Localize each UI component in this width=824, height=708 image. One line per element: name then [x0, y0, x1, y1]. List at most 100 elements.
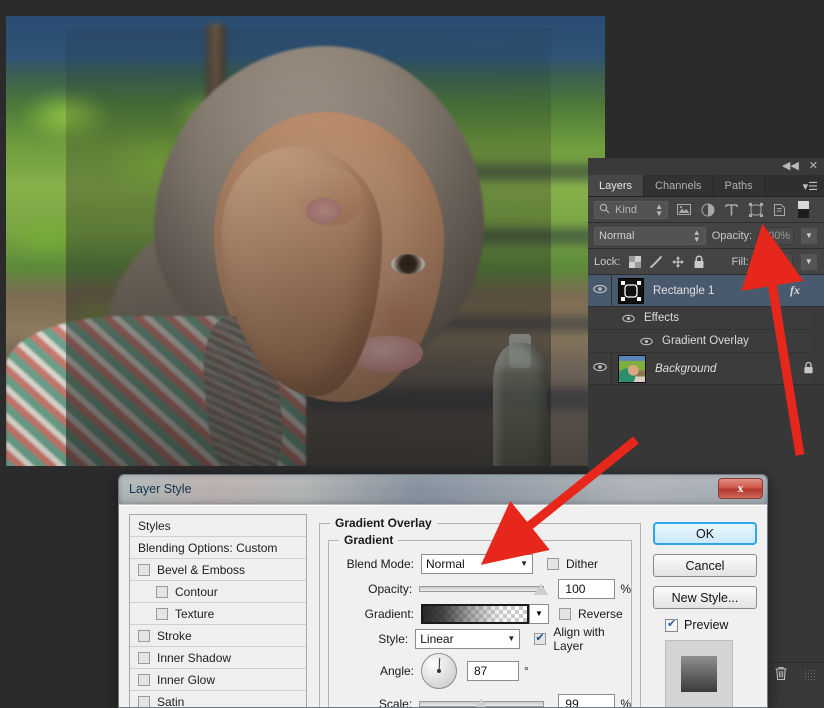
list-item-gradient-overlay[interactable]: Gradient Overlay — [588, 330, 824, 353]
lock-position-icon[interactable] — [670, 254, 685, 269]
lock-transparency-icon[interactable] — [627, 254, 642, 269]
close-button[interactable]: x — [718, 478, 763, 499]
style-label: Inner Shadow — [157, 650, 232, 665]
scale-slider[interactable] — [419, 694, 545, 707]
checkbox-texture[interactable] — [156, 607, 168, 620]
scale-input[interactable]: 99 — [558, 693, 616, 707]
dialog-title: Layer Style — [129, 482, 192, 496]
scale-label: Scale: — [378, 696, 413, 708]
style-item-inner-glow[interactable]: Inner Glow — [130, 669, 306, 691]
photo-bottle — [493, 343, 547, 466]
preview-checkbox-row[interactable]: Preview — [665, 617, 757, 632]
tab-channels[interactable]: Channels — [644, 175, 714, 196]
align-checkbox-row[interactable]: Align with Layer — [534, 625, 631, 653]
dither-label: Dither — [566, 556, 599, 571]
filter-kind-label: Kind — [615, 203, 638, 216]
smartobject-filter-icon[interactable] — [771, 201, 788, 218]
checkbox-align-with-layer[interactable] — [534, 631, 547, 645]
close-icon[interactable]: ✕ — [809, 161, 818, 172]
eye-icon — [592, 284, 607, 297]
checkbox-satin[interactable] — [138, 695, 150, 707]
style-item-satin[interactable]: Satin — [130, 691, 306, 707]
dialog-titlebar[interactable]: Layer Style x — [119, 475, 767, 505]
checkbox-bevel-emboss[interactable] — [138, 563, 150, 576]
opacity-label: Opacity: — [368, 581, 413, 596]
style-item-texture[interactable]: Texture — [130, 603, 306, 625]
blend-mode-label: Blend Mode: — [346, 556, 414, 571]
fx-badge[interactable]: fx — [790, 283, 800, 298]
style-value: Linear — [420, 631, 454, 646]
angle-dial-center — [437, 669, 441, 673]
shape-filter-icon[interactable] — [747, 201, 764, 218]
checkbox-dither[interactable] — [547, 557, 559, 570]
effects-label: Effects — [644, 312, 679, 324]
panel-menu-icon[interactable]: ▾☰ — [803, 180, 818, 193]
style-row: Style: Linear ▼ Align with Layer — [329, 625, 631, 653]
layer-list: Rectangle 1 fx Effects Gradient Overlay — [588, 275, 824, 385]
dither-checkbox-row[interactable]: Dither — [547, 557, 598, 571]
opacity-dropdown-button[interactable]: ▼ — [799, 226, 818, 245]
fill-value-field[interactable]: 0% — [755, 252, 793, 271]
tab-paths[interactable]: Paths — [713, 175, 765, 196]
style-label: Texture — [175, 606, 215, 621]
style-item-bevel-emboss[interactable]: Bevel & Emboss — [130, 559, 306, 581]
styles-list-header[interactable]: Styles — [130, 515, 306, 537]
resize-grip[interactable] — [804, 669, 816, 681]
opacity-slider-knob[interactable] — [534, 583, 549, 595]
collapse-icon[interactable]: ◀◀ — [782, 161, 799, 172]
visibility-toggle-icon[interactable] — [795, 201, 812, 218]
table-row[interactable]: Rectangle 1 fx — [588, 275, 824, 307]
layer-thumbnail-vector[interactable] — [618, 277, 644, 304]
checkbox-inner-glow[interactable] — [138, 673, 150, 686]
style-dropdown[interactable]: Linear ▼ — [415, 628, 521, 649]
angle-dial[interactable] — [421, 653, 457, 689]
new-style-button[interactable]: New Style... — [653, 586, 757, 609]
style-preview-swatch — [681, 656, 717, 692]
type-filter-icon[interactable] — [723, 201, 740, 218]
list-item-effects[interactable]: Effects — [588, 307, 824, 330]
blend-mode-dropdown[interactable]: Normal ▼ — [421, 553, 533, 574]
opacity-value-field[interactable]: 100% — [758, 226, 794, 245]
eye-icon[interactable] — [618, 314, 638, 323]
layer-name: Background — [655, 362, 717, 375]
opacity-input[interactable]: 100 — [558, 578, 616, 599]
ok-button[interactable]: OK — [653, 522, 757, 545]
reverse-checkbox-row[interactable]: Reverse — [559, 607, 623, 621]
lock-image-icon[interactable] — [649, 254, 664, 269]
checkbox-inner-shadow[interactable] — [138, 651, 150, 664]
table-row[interactable]: Background — [588, 353, 824, 385]
checkbox-contour[interactable] — [156, 585, 168, 598]
checkbox-reverse[interactable] — [559, 607, 571, 620]
checkbox-stroke[interactable] — [138, 629, 150, 642]
layer-visibility-toggle[interactable] — [588, 353, 612, 384]
eye-icon[interactable] — [636, 337, 656, 346]
scale-slider-knob[interactable] — [474, 698, 489, 707]
adjustment-filter-icon[interactable] — [699, 201, 716, 218]
angle-input[interactable]: 87 — [467, 661, 519, 681]
pixel-filter-icon[interactable] — [675, 201, 692, 218]
cancel-button[interactable]: Cancel — [653, 554, 757, 577]
gradient-swatch[interactable] — [421, 603, 529, 624]
layer-thumbnail-photo[interactable] — [618, 354, 646, 383]
fill-dropdown-button[interactable]: ▼ — [799, 252, 818, 271]
styles-column: Styles Blending Options: Custom Bevel & … — [129, 514, 307, 707]
settings-column: Gradient Overlay Gradient Blend Mode: No… — [319, 514, 641, 707]
style-item-stroke[interactable]: Stroke — [130, 625, 306, 647]
opacity-slider-track — [419, 585, 545, 592]
style-item-contour[interactable]: Contour — [130, 581, 306, 603]
angle-label: Angle: — [379, 664, 414, 678]
checkbox-preview[interactable] — [665, 617, 678, 632]
gradient-overlay-title: Gradient Overlay — [330, 516, 437, 530]
tab-layers[interactable]: Layers — [588, 175, 645, 196]
layer-visibility-toggle[interactable] — [588, 275, 612, 306]
angle-row: Angle: 87 ° — [329, 651, 631, 691]
filter-kind-select[interactable]: Kind ▲ ▼ — [594, 200, 668, 219]
blending-options-item[interactable]: Blending Options: Custom — [130, 537, 306, 559]
style-item-inner-shadow[interactable]: Inner Shadow — [130, 647, 306, 669]
lock-all-icon[interactable] — [692, 254, 707, 269]
gradient-preset-dropdown[interactable]: ▼ — [529, 603, 549, 624]
blend-mode-select[interactable]: Normal ▲ ▼ — [594, 226, 706, 245]
delete-layer-icon[interactable] — [774, 666, 788, 684]
opacity-slider[interactable] — [419, 579, 549, 599]
document-canvas[interactable] — [6, 16, 605, 466]
